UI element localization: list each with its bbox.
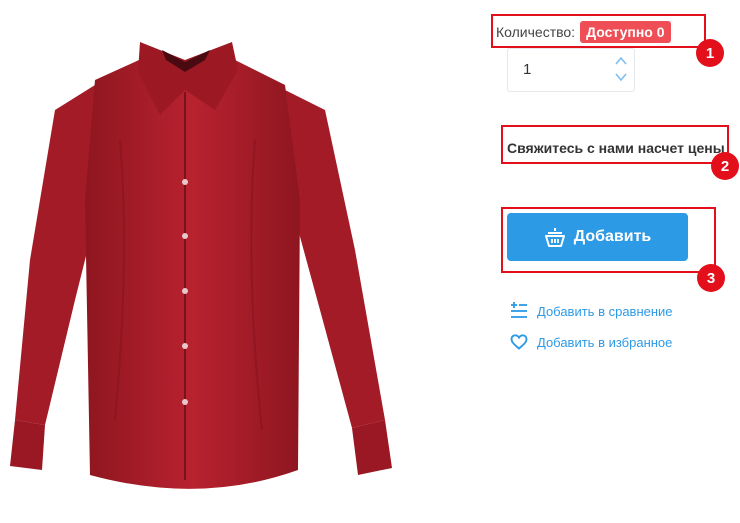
shirt-illustration [10,42,392,489]
annotation-box-1 [491,14,706,48]
product-image [0,0,470,523]
compare-list-icon [511,302,527,318]
add-to-favorites-link[interactable]: Добавить в избранное [510,334,672,350]
heart-icon [510,334,528,350]
annotation-box-2 [501,125,729,164]
quantity-stepper[interactable] [507,48,635,92]
quantity-input[interactable] [523,61,583,78]
add-to-compare-link[interactable]: Добавить в сравнение [510,302,673,320]
chevron-up-icon[interactable] [614,55,628,67]
annotation-marker-2: 2 [711,152,739,180]
annotation-box-3 [501,207,716,273]
annotation-marker-3: 3 [697,264,725,292]
chevron-down-icon[interactable] [614,71,628,83]
add-to-favorites-label: Добавить в избранное [537,334,673,350]
add-to-compare-label: Добавить в сравнение [537,303,673,319]
annotation-marker-1: 1 [696,39,724,67]
